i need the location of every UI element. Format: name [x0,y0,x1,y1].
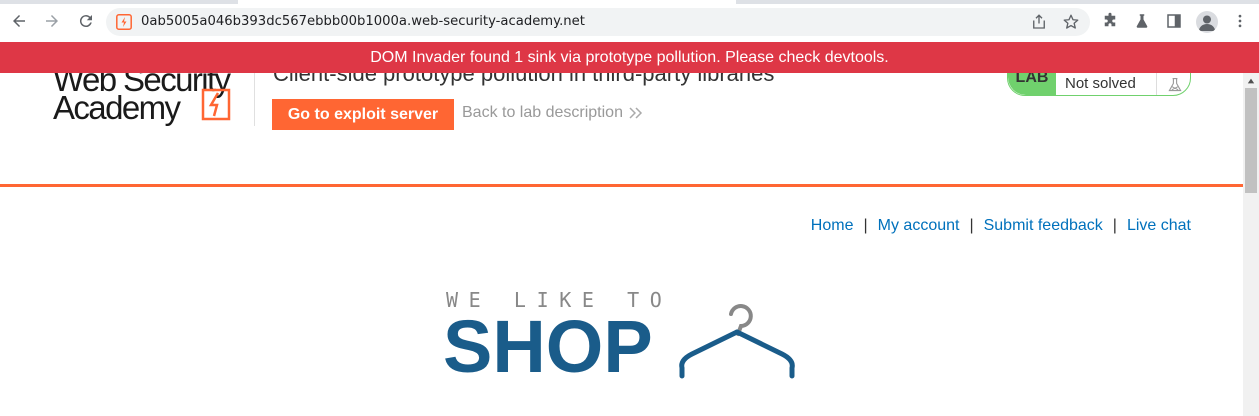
tab-strip-edge [0,0,238,4]
header-divider [254,73,255,126]
nav-live-chat-link[interactable]: Live chat [1127,217,1191,234]
forward-button[interactable] [40,9,64,33]
reload-icon [79,15,92,28]
back-button[interactable] [7,9,31,33]
shop-name: SHOP [443,305,653,388]
nav-home-link[interactable]: Home [811,217,854,234]
reload-button[interactable] [74,9,98,33]
nav-separator: | [969,217,974,234]
logo-line2: Academy [53,89,181,126]
browser-toolbar: 0ab5005a046b393dc567ebbb00b1000a.web-sec… [0,0,1259,42]
scroll-up-button[interactable] [1243,73,1259,88]
kebab-menu-icon [1238,14,1242,28]
top-nav: Home | My account | Submit feedback | Live cha… [811,217,1191,235]
site-favicon-icon [116,14,132,30]
scroll-thumb[interactable] [1245,88,1257,193]
browser-menu-button[interactable] [1228,9,1252,33]
academy-logo[interactable]: Web Security Academy [53,73,253,141]
dom-invader-banner: DOM Invader found 1 sink via prototype p… [0,42,1259,73]
tab-strip-edge [736,0,1259,4]
go-to-exploit-server-button[interactable]: Go to exploit server [272,99,454,130]
lab-status-text: Not solved [1065,75,1136,92]
nav-my-account-link[interactable]: My account [878,217,960,234]
side-panel-icon [1167,14,1181,28]
banner-text: DOM Invader found 1 sink via prototype p… [370,48,889,66]
lab-status-widget: LAB Not solved [1007,73,1191,96]
header-orange-rule [0,184,1243,187]
lab-status-icon-box [1156,73,1190,95]
triangle-up-icon [1247,78,1255,83]
bookmark-star-icon[interactable] [1062,13,1080,31]
lab-badge: LAB [1008,73,1056,95]
arrow-left-icon [13,15,25,27]
nav-separator: | [1112,217,1117,234]
flask-icon [1167,77,1182,91]
labs-button[interactable] [1130,9,1154,33]
puzzle-icon [1104,12,1116,27]
clothes-hanger-icon [679,304,795,379]
profile-avatar[interactable] [1196,11,1218,33]
lab-title: Client-side prototype pollution in third… [273,73,775,86]
nav-submit-feedback-link[interactable]: Submit feedback [984,217,1103,234]
double-chevron-right-icon [629,107,643,119]
back-to-lab-description-link[interactable]: Back to lab description [462,104,623,122]
url-text[interactable]: 0ab5005a046b393dc567ebbb00b1000a.web-sec… [141,14,585,29]
side-panel-button[interactable] [1162,9,1186,33]
flask-icon [1136,14,1148,28]
lab-header: Web Security Academy Client-side prototy… [0,73,1243,186]
extensions-button[interactable] [1098,9,1122,33]
address-bar[interactable]: 0ab5005a046b393dc567ebbb00b1000a.web-sec… [106,8,1090,36]
exploit-button-label: Go to exploit server [287,105,439,123]
share-icon[interactable] [1030,13,1048,31]
lightning-bolt-icon [201,88,231,121]
person-icon [1199,15,1215,31]
nav-separator: | [863,217,868,234]
arrow-right-icon [46,15,58,27]
